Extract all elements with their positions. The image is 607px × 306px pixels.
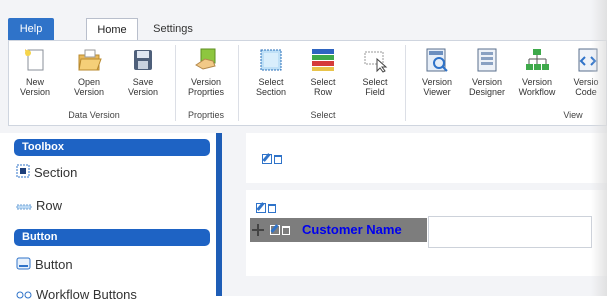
open-version-button[interactable]: Open Version [65, 47, 113, 97]
customer-name-input[interactable] [428, 216, 592, 248]
save-version-label-2: Version [127, 87, 159, 97]
open-folder-icon [76, 47, 102, 73]
new-version-icon [22, 47, 48, 73]
delete-icon[interactable] [282, 225, 290, 235]
delete-icon[interactable] [268, 203, 276, 213]
new-version-label-1: New [25, 77, 44, 87]
field-label[interactable]: Customer Name [302, 218, 402, 242]
edit-icon[interactable] [256, 203, 266, 214]
new-version-button[interactable]: New Version [11, 47, 59, 97]
version-viewer-label-1: Version [421, 77, 453, 87]
toolbox-item-workflow-buttons[interactable]: Workflow Buttons [16, 285, 137, 305]
version-designer-label-2: Designer [468, 87, 506, 97]
select-row-label-2: Row [313, 87, 332, 97]
group-label-proprties: Proprties [187, 110, 224, 120]
field-tools [270, 224, 290, 236]
version-workflow-button[interactable]: Version Workflow [513, 47, 561, 97]
version-viewer-button[interactable]: Version Viewer [413, 47, 461, 97]
version-proprties-button[interactable]: Version Proprties [182, 47, 230, 97]
section-tools [262, 153, 282, 165]
select-field-button[interactable]: Select Field [351, 47, 399, 97]
tab-help[interactable]: Help [8, 18, 54, 40]
field-row[interactable]: Customer Name [250, 218, 427, 242]
open-version-label-2: Version [73, 87, 105, 97]
group-label-view: View [563, 110, 583, 120]
select-section-icon [258, 47, 284, 73]
section-block[interactable] [246, 133, 607, 183]
toolbox-item-label: Section [34, 165, 78, 180]
open-version-label-1: Open [77, 77, 101, 87]
ribbon-separator [405, 45, 406, 121]
properties-hand-icon [193, 47, 219, 73]
toolbox-item-label: Row [36, 198, 63, 213]
window-edge-shadow [591, 0, 607, 296]
move-icon[interactable] [252, 224, 264, 236]
select-row-icon [310, 47, 336, 73]
save-icon [130, 47, 156, 73]
designer-icon [474, 47, 500, 73]
select-section-label-1: Select [258, 77, 284, 87]
button-header[interactable]: Button [14, 229, 210, 246]
row-tools [256, 202, 276, 214]
select-field-icon [362, 47, 388, 73]
ribbon: New Version Open Version Save Version Da… [8, 40, 607, 126]
save-version-label-1: Save [132, 77, 154, 87]
ribbon-separator [175, 45, 176, 121]
toolbox-panel: Toolbox Section Row Button Button Workfl… [0, 133, 222, 302]
version-workflow-label-2: Workflow [518, 87, 556, 97]
ribbon-separator [238, 45, 239, 121]
row-icon [16, 197, 32, 217]
select-section-label-2: Section [255, 87, 287, 97]
tab-home[interactable]: Home [86, 18, 138, 40]
save-version-button[interactable]: Save Version [119, 47, 167, 97]
group-label-select: Select [310, 110, 336, 120]
button-icon [16, 256, 31, 276]
edit-icon[interactable] [262, 154, 272, 165]
select-field-label-1: Select [362, 77, 388, 87]
delete-icon[interactable] [274, 154, 282, 164]
version-proprties-label-2: Proprties [187, 87, 224, 97]
workflow-icon [524, 47, 550, 73]
edit-icon[interactable] [270, 225, 280, 236]
group-label-data-version: Data Version [68, 110, 120, 120]
toolbox-item-section[interactable]: Section [16, 163, 77, 183]
version-workflow-label-1: Version [521, 77, 553, 87]
version-proprties-label-1: Version [190, 77, 222, 87]
version-designer-label-1: Version [471, 77, 503, 87]
select-row-label-1: Select [310, 77, 336, 87]
design-canvas: Customer Name [234, 133, 607, 296]
toolbox-item-row[interactable]: Row [16, 196, 62, 216]
select-section-button[interactable]: Select Section [247, 47, 295, 97]
version-viewer-label-2: Viewer [423, 87, 451, 97]
app-window: Help Home Settings New Version Open Vers… [0, 0, 607, 302]
tab-settings[interactable]: Settings [144, 18, 202, 40]
version-designer-button[interactable]: Version Designer [463, 47, 511, 97]
toolbox-item-label: Button [35, 257, 73, 272]
select-row-button[interactable]: Select Row [299, 47, 347, 97]
new-version-label-2: Version [19, 87, 51, 97]
toolbox-header[interactable]: Toolbox [14, 139, 210, 156]
viewer-icon [424, 47, 450, 73]
toolbox-item-button[interactable]: Button [16, 255, 73, 275]
select-field-label-2: Field [365, 87, 385, 97]
section-icon [16, 164, 30, 184]
toolbox-item-label: Workflow Buttons [36, 287, 137, 302]
